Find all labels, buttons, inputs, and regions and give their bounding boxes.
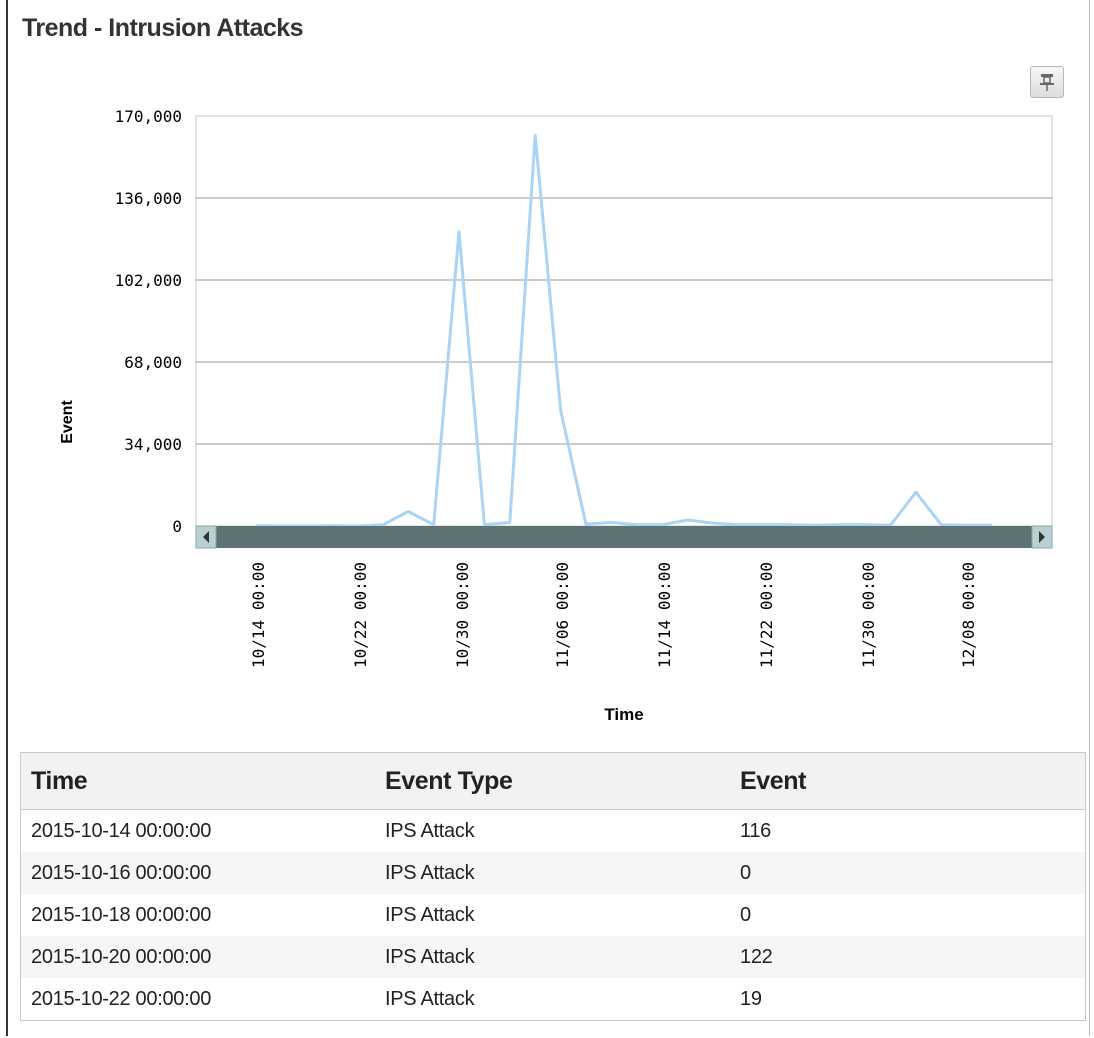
cell-event: 122 (730, 936, 1086, 978)
cell-event-type: IPS Attack (385, 903, 475, 926)
column-header-event[interactable]: Event (730, 752, 1086, 810)
cell-event: 19 (740, 987, 762, 1010)
trend-chart: 170,000 136,000 102,000 68,000 34,000 0 10/14… (59, 107, 1053, 724)
table-row[interactable]: 2015-10-20 00:00:00 IPS Attack 122 (20, 936, 1086, 978)
x-tick-label: 10/30 00:00 (453, 562, 472, 668)
x-tick-label: 11/22 00:00 (757, 562, 776, 668)
cell-event-type: IPS Attack (385, 987, 475, 1010)
y-tick-label: 34,000 (124, 435, 182, 454)
cell-event: 116 (740, 819, 771, 842)
y-tick-label: 68,000 (124, 353, 182, 372)
x-tick-label: 10/14 00:00 (249, 562, 268, 668)
x-tick-label: 12/08 00:00 (959, 562, 978, 668)
pin-button[interactable] (1030, 66, 1064, 98)
table-row[interactable]: 2015-10-16 00:00:00 IPS Attack 0 (20, 852, 1086, 894)
plot-area (195, 115, 1053, 527)
cell-time: 2015-10-14 00:00:00 (31, 819, 212, 842)
x-tick-label: 11/30 00:00 (859, 562, 878, 668)
cell-event-type: IPS Attack (375, 852, 730, 894)
column-header-time[interactable]: Time (20, 752, 375, 810)
y-tick-label: 136,000 (115, 189, 182, 208)
table-row[interactable]: 2015-10-18 00:00:00 IPS Attack 0 (21, 894, 1086, 936)
column-header-event-type[interactable]: Event Type (375, 752, 730, 810)
y-tick-label: 170,000 (115, 107, 182, 126)
table-row[interactable]: 2015-10-14 00:00:00 IPS Attack 116 (21, 810, 1086, 853)
cell-time: 2015-10-16 00:00:00 (20, 852, 375, 894)
y-tick-label: 102,000 (115, 271, 182, 290)
cell-event: 0 (740, 903, 751, 926)
table-header-row: Time Event Type Event (20, 752, 1086, 810)
table-row[interactable]: 2015-10-22 00:00:00 IPS Attack 19 (21, 978, 1086, 1021)
events-table: Time Event Type Event 2015-10-14 00:00:0… (20, 752, 1086, 1021)
x-tick-label: 10/22 00:00 (351, 562, 370, 668)
chart-scrollbar[interactable] (196, 526, 1052, 548)
cell-event: 0 (730, 852, 1086, 894)
cell-time: 2015-10-22 00:00:00 (31, 987, 212, 1010)
cell-time: 2015-10-20 00:00:00 (20, 936, 375, 978)
panel-title: Trend - Intrusion Attacks (22, 14, 304, 42)
y-tick-label: 0 (172, 517, 182, 536)
pin-icon (1040, 74, 1054, 91)
cell-event-type: IPS Attack (385, 819, 475, 842)
x-axis-label: Time (604, 705, 643, 724)
x-tick-label: 11/14 00:00 (655, 562, 674, 668)
cell-event-type: IPS Attack (375, 936, 730, 978)
x-tick-label: 11/06 00:00 (553, 562, 572, 668)
cell-time: 2015-10-18 00:00:00 (31, 903, 212, 926)
y-axis-label: Event (59, 400, 76, 444)
